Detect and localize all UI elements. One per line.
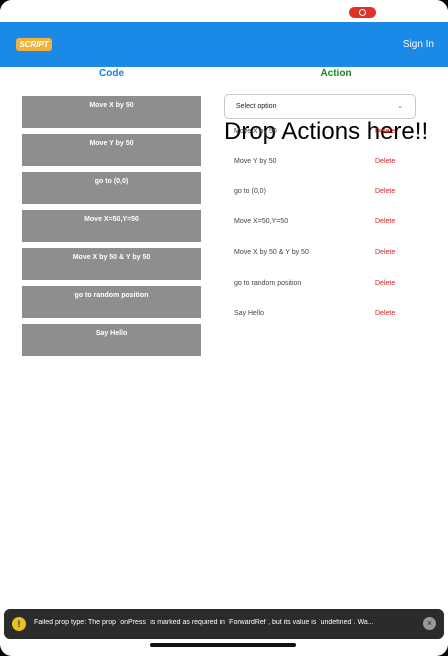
code-block-say-hello[interactable]: Say Hello [22, 324, 201, 356]
delete-button[interactable]: Delete [375, 310, 395, 317]
action-list-item: Move X by 50 Delete [224, 128, 404, 140]
code-block-move-xy-set[interactable]: Move X=50,Y=50 [22, 210, 201, 242]
code-block-move-xy-by[interactable]: Move X by 50 & Y by 50 [22, 248, 201, 280]
action-list-item: Say Hello Delete [224, 310, 404, 322]
close-icon[interactable]: × [423, 617, 436, 630]
action-list-item: go to random position Delete [224, 280, 404, 292]
action-item-label: Say Hello [234, 310, 264, 317]
code-block-go-to-origin[interactable]: go to (0,0) [22, 172, 201, 204]
warning-toast[interactable]: ! Failed prop type: The prop `onPress` i… [4, 609, 444, 639]
code-column-title: Code [99, 68, 124, 79]
code-block-move-x[interactable]: Move X by 50 [22, 96, 201, 128]
action-item-label: Move X by 50 [234, 128, 277, 135]
action-item-label: go to (0,0) [234, 188, 266, 195]
chevron-down-icon: ⌄ [397, 103, 403, 110]
action-column-title: Action [320, 68, 352, 79]
action-list-item: go to (0,0) Delete [224, 188, 404, 200]
action-item-label: go to random position [234, 280, 302, 287]
app-header: SCRIPT Sign In [0, 22, 448, 67]
status-bar [0, 0, 448, 22]
delete-button[interactable]: Delete [375, 218, 395, 225]
warning-icon: ! [12, 617, 26, 631]
delete-button[interactable]: Delete [375, 158, 395, 165]
action-select-dropdown[interactable]: Select option ⌄ [224, 94, 416, 119]
delete-button[interactable]: Delete [375, 249, 395, 256]
action-item-label: Move X by 50 & Y by 50 [234, 249, 309, 256]
toast-message: Failed prop type: The prop `onPress` is … [34, 619, 374, 626]
delete-button[interactable]: Delete [375, 128, 395, 135]
action-item-label: Move X=50,Y=50 [234, 218, 289, 225]
action-list-item: Move X by 50 & Y by 50 Delete [224, 249, 404, 261]
delete-button[interactable]: Delete [375, 188, 395, 195]
delete-button[interactable]: Delete [375, 280, 395, 287]
home-indicator [150, 643, 296, 647]
app-logo: SCRIPT [16, 38, 52, 51]
action-item-label: Move Y by 50 [234, 158, 277, 165]
record-icon [359, 9, 366, 16]
action-list-item: Move Y by 50 Delete [224, 158, 404, 170]
recording-indicator [349, 7, 376, 18]
sign-in-button[interactable]: Sign In [403, 39, 434, 50]
select-placeholder: Select option [236, 103, 277, 110]
code-block-move-y[interactable]: Move Y by 50 [22, 134, 201, 166]
action-list-item: Move X=50,Y=50 Delete [224, 218, 404, 230]
code-block-random-position[interactable]: go to random position [22, 286, 201, 318]
app-screen: SCRIPT Sign In Code Action Move X by 50 … [0, 0, 448, 656]
